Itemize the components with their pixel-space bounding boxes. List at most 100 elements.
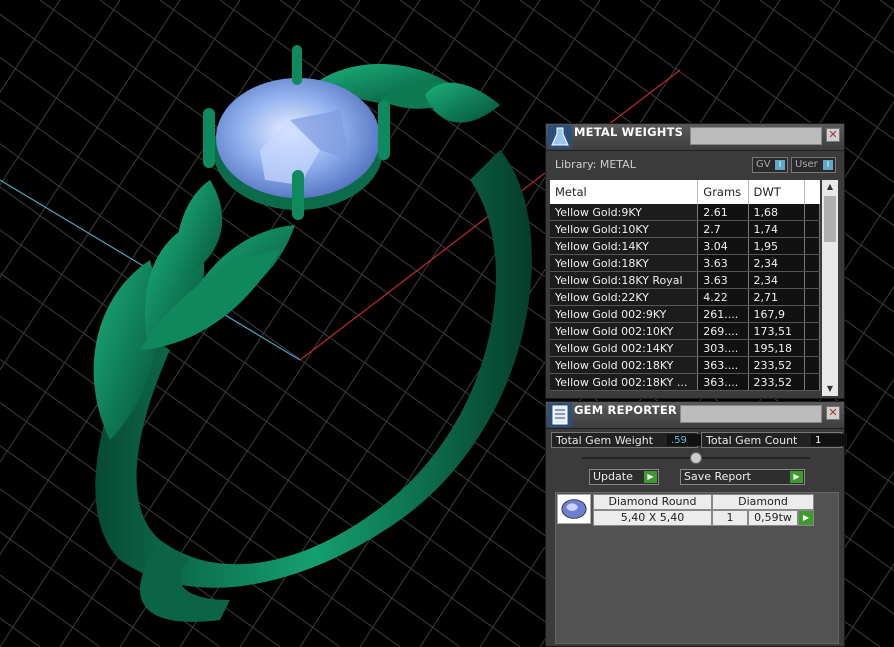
table-row[interactable]: Yellow Gold:10KY 2.7 1,74 <box>550 220 820 238</box>
gem-reporter-panel: GEM REPORTER ✕ Total Gem Weight .59 Tota… <box>545 401 847 647</box>
total-gem-weight-label: Total Gem Weight <box>556 434 654 447</box>
cell-dwt: 173,51 <box>748 322 806 340</box>
table-row[interactable]: Yellow Gold 002:9KY 261.... 167,9 <box>550 305 820 323</box>
total-gem-weight-value[interactable]: .59 <box>667 434 702 446</box>
cell-grams: 2.61 <box>697 204 749 221</box>
gv-toggle-label: GV <box>756 159 771 170</box>
cell-spacer <box>804 305 820 323</box>
column-header-dwt[interactable]: DWT <box>748 180 806 204</box>
table-row[interactable]: Yellow Gold 002:18KY ... 363.... 233,52 <box>550 373 820 391</box>
save-report-button[interactable]: Save Report ▶ <box>680 469 805 485</box>
library-label: Library: METAL <box>555 158 636 171</box>
gem-reporter-titlebar[interactable]: GEM REPORTER ✕ <box>546 402 844 429</box>
report-icon <box>548 403 572 427</box>
cell-metal: Yellow Gold:14KY <box>550 237 699 255</box>
close-icon[interactable]: ✕ <box>826 406 840 420</box>
scrollbar-thumb[interactable] <box>824 196 836 242</box>
titlebar-drag-area[interactable] <box>690 127 822 145</box>
cell-metal: Yellow Gold 002:9KY <box>550 305 699 323</box>
table-row[interactable]: Yellow Gold 002:10KY 269.... 173,51 <box>550 322 820 340</box>
cell-spacer <box>804 339 820 357</box>
cell-metal: Yellow Gold 002:18KY ... <box>550 373 699 391</box>
cell-spacer <box>804 322 820 340</box>
gem-weight: 0,59tw <box>748 510 798 526</box>
metal-weights-table: Metal Grams DWT Yellow Gold:9KY 2.61 1,68 Y… <box>550 180 820 391</box>
play-icon: ▶ <box>644 471 657 483</box>
cell-grams: 4.22 <box>697 288 749 306</box>
cell-metal: Yellow Gold:18KY <box>550 254 699 272</box>
cell-spacer <box>804 271 820 289</box>
cell-spacer <box>804 220 820 238</box>
update-button[interactable]: Update ▶ <box>589 469 659 485</box>
cell-dwt: 2,34 <box>748 254 806 272</box>
table-header-row: Metal Grams DWT <box>550 180 820 204</box>
flask-icon <box>548 125 572 149</box>
save-report-button-label: Save Report <box>684 470 751 483</box>
cell-metal: Yellow Gold 002:14KY <box>550 339 699 357</box>
cell-grams: 3.04 <box>697 237 749 255</box>
gem-reporter-title: GEM REPORTER <box>574 403 677 417</box>
total-gem-count-label: Total Gem Count <box>706 434 798 447</box>
column-header-spacer <box>804 180 820 204</box>
user-toggle[interactable]: User I <box>791 157 836 173</box>
cell-metal: Yellow Gold:9KY <box>550 204 699 221</box>
cell-spacer <box>804 204 820 221</box>
cell-metal: Yellow Gold:10KY <box>550 220 699 238</box>
cell-grams: 3.63 <box>697 271 749 289</box>
cell-grams: 363.... <box>697 373 749 391</box>
splitter-handle[interactable] <box>690 452 702 464</box>
cell-dwt: 2,71 <box>748 288 806 306</box>
cell-metal: Yellow Gold 002:10KY <box>550 322 699 340</box>
table-row[interactable]: Yellow Gold:9KY 2.61 1,68 <box>550 204 820 221</box>
gem-details-button[interactable]: ▶ <box>798 510 814 526</box>
metal-weights-title: METAL WEIGHTS <box>574 125 684 139</box>
diamond-icon <box>557 494 591 524</box>
cell-grams: 3.63 <box>697 254 749 272</box>
cell-dwt: 195,18 <box>748 339 806 357</box>
cell-grams: 2.7 <box>697 220 749 238</box>
total-gem-weight-field: Total Gem Weight .59 <box>551 432 702 448</box>
user-toggle-label: User <box>795 159 818 170</box>
cell-spacer <box>804 373 820 391</box>
table-row[interactable]: Yellow Gold:22KY 4.22 2,71 <box>550 288 820 306</box>
column-header-grams[interactable]: Grams <box>697 180 749 204</box>
gem-quantity: 1 <box>712 510 748 526</box>
gem-material: Diamond <box>712 494 814 510</box>
cell-dwt: 1,68 <box>748 204 806 221</box>
cell-dwt: 2,34 <box>748 271 806 289</box>
gem-name: Diamond Round <box>593 494 712 510</box>
cell-metal: Yellow Gold 002:18KY <box>550 356 699 374</box>
info-icon: I <box>775 160 785 170</box>
total-gem-count-field: Total Gem Count 1 <box>701 432 847 448</box>
gem-size: 5,40 X 5,40 <box>593 510 712 526</box>
cell-spacer <box>804 254 820 272</box>
cell-dwt: 1,95 <box>748 237 806 255</box>
table-row[interactable]: Yellow Gold 002:18KY 363.... 233,52 <box>550 356 820 374</box>
gv-toggle[interactable]: GV I <box>752 157 788 173</box>
cell-dwt: 233,52 <box>748 373 806 391</box>
cell-metal: Yellow Gold:22KY <box>550 288 699 306</box>
metal-weights-panel: METAL WEIGHTS ✕ Library: METAL GV I User… <box>545 123 845 399</box>
chevron-down-icon[interactable]: ▼ <box>825 384 835 394</box>
info-icon: I <box>823 160 833 170</box>
table-row[interactable]: Yellow Gold:18KY Royal 3.63 2,34 <box>550 271 820 289</box>
cell-metal: Yellow Gold:18KY Royal <box>550 271 699 289</box>
cell-spacer <box>804 288 820 306</box>
cell-grams: 363.... <box>697 356 749 374</box>
metal-weights-titlebar[interactable]: METAL WEIGHTS ✕ <box>546 124 844 151</box>
gem-list: Diamond Round Diamond 5,40 X 5,40 1 0,59… <box>555 492 839 644</box>
column-header-metal[interactable]: Metal <box>550 180 699 204</box>
play-icon: ▶ <box>790 471 803 483</box>
table-row[interactable]: Yellow Gold:18KY 3.63 2,34 <box>550 254 820 272</box>
table-row[interactable]: Yellow Gold 002:14KY 303.... 195,18 <box>550 339 820 357</box>
table-row[interactable]: Yellow Gold:14KY 3.04 1,95 <box>550 237 820 255</box>
update-button-label: Update <box>593 470 633 483</box>
titlebar-drag-area[interactable] <box>680 405 822 423</box>
chevron-up-icon[interactable]: ▲ <box>825 182 835 192</box>
cell-dwt: 1,74 <box>748 220 806 238</box>
close-icon[interactable]: ✕ <box>826 128 840 142</box>
cell-grams: 303.... <box>697 339 749 357</box>
cell-grams: 269.... <box>697 322 749 340</box>
total-gem-count-value[interactable]: 1 <box>811 434 847 446</box>
table-scrollbar[interactable]: ▲ ▼ <box>822 180 838 396</box>
